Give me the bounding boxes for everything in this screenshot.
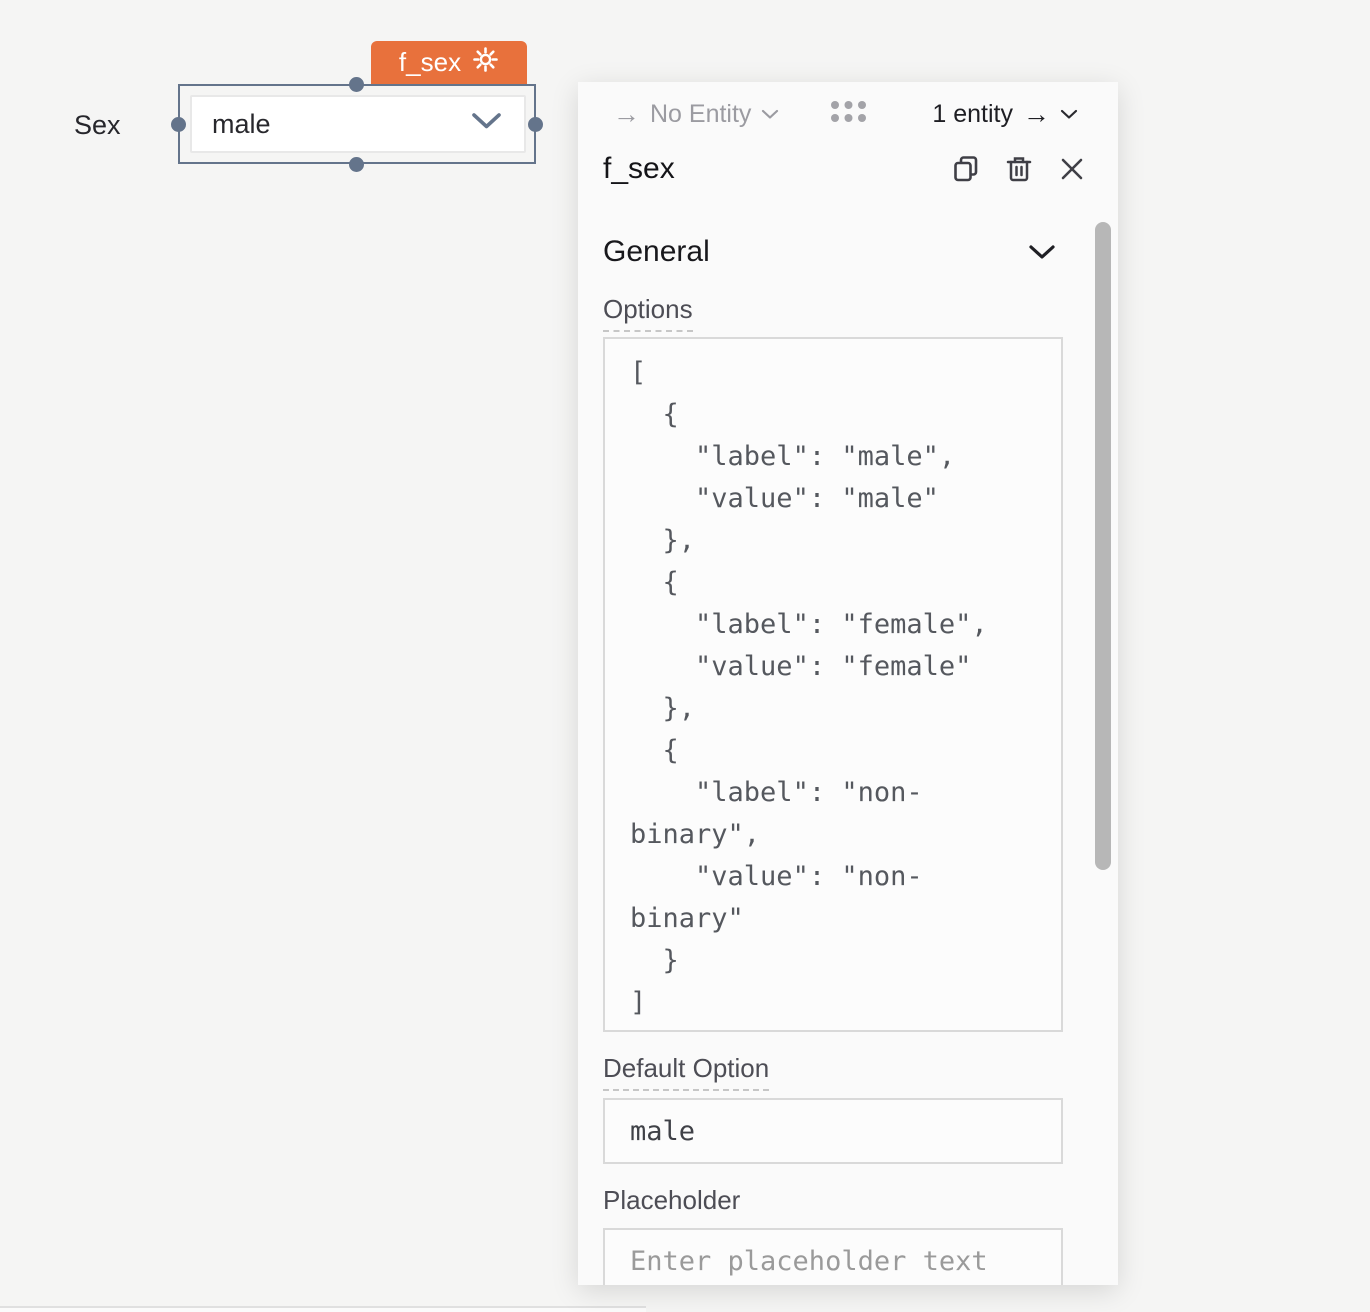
- close-icon[interactable]: [1056, 153, 1088, 185]
- options-label: Options: [603, 294, 693, 332]
- gear-icon[interactable]: [472, 46, 499, 80]
- placeholder-label: Placeholder: [603, 1185, 741, 1215]
- grid-dots-icon[interactable]: [828, 98, 869, 130]
- default-option-input[interactable]: [603, 1098, 1063, 1164]
- chevron-down-icon: [471, 112, 502, 136]
- arrow-right-icon: →: [613, 98, 640, 129]
- sex-dropdown[interactable]: male: [190, 95, 526, 153]
- properties-panel: → No Entity 1 entity → f_sex General Opt…: [578, 82, 1118, 1285]
- next-component-edge: [0, 1306, 646, 1312]
- component-title-row: f_sex: [603, 149, 1088, 189]
- options-json-editor[interactable]: [ { "label": "male", "value": "male" }, …: [603, 337, 1063, 1032]
- entity-selector-left[interactable]: → No Entity: [613, 99, 779, 130]
- section-general-title: General: [603, 235, 710, 268]
- resize-handle-right[interactable]: [528, 117, 543, 132]
- component-tag-label: f_sex: [398, 47, 462, 77]
- placeholder-input[interactable]: [603, 1228, 1063, 1285]
- entity-selector-right[interactable]: 1 entity →: [932, 99, 1078, 130]
- duplicate-icon[interactable]: [950, 153, 982, 185]
- entity-right-label: 1 entity: [932, 99, 1013, 128]
- default-option-label: Default Option: [603, 1053, 770, 1091]
- resize-handle-left[interactable]: [171, 117, 186, 132]
- component-tag[interactable]: f_sex: [371, 41, 527, 84]
- chevron-down-icon: [762, 109, 779, 119]
- app-stage: Sex f_sex male → No Entity 1 entity → f_…: [0, 0, 1370, 1312]
- chevron-down-icon: [1029, 244, 1055, 259]
- panel-title: f_sex: [603, 152, 675, 185]
- sex-dropdown-value: male: [212, 108, 271, 139]
- resize-handle-top[interactable]: [349, 77, 364, 92]
- arrow-right-icon: →: [1023, 98, 1050, 129]
- field-label-sex: Sex: [74, 110, 121, 140]
- entity-left-label: No Entity: [650, 99, 752, 128]
- resize-handle-bottom[interactable]: [349, 157, 364, 172]
- section-general[interactable]: General: [603, 232, 1056, 272]
- chevron-down-icon: [1060, 109, 1078, 119]
- trash-icon[interactable]: [1003, 153, 1035, 185]
- panel-scrollbar[interactable]: [1095, 222, 1111, 870]
- panel-header: → No Entity 1 entity →: [578, 82, 1118, 132]
